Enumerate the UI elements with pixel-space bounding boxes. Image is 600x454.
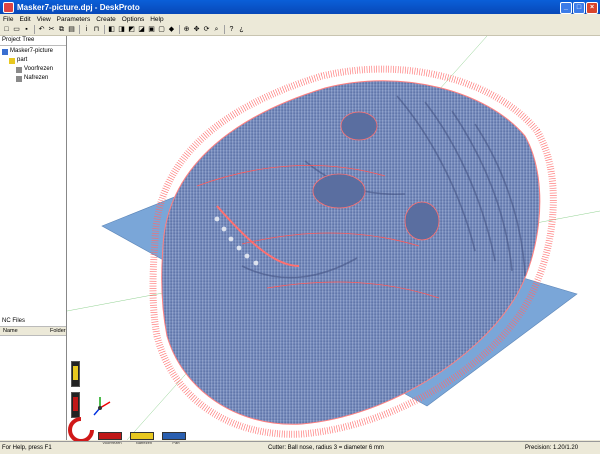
status-help: For Help, press F1 [2,445,52,451]
menu-file[interactable]: File [3,16,13,23]
tree-item-label: Voorfrezen [24,66,54,72]
app-icon [3,1,14,13]
tree-item[interactable]: Nafrezen [2,74,66,83]
tree-item-label: Masker7-picture [10,48,54,54]
close-button[interactable]: × [586,2,598,14]
project-icon [2,48,8,55]
ruler-icon[interactable]: ⊓ [92,25,101,34]
toolbar-separator [79,25,80,34]
title-bar: Masker7-picture.dpj - DeskProto _ □ × [0,0,600,14]
view-front-icon[interactable]: ◧ [107,25,116,34]
vertical-slider-top[interactable] [71,361,80,387]
undo-icon[interactable]: ↶ [37,25,46,34]
menu-bar: File Edit View Parameters Create Options… [0,14,600,24]
view-back-icon[interactable]: ◨ [117,25,126,34]
toolbar-separator [224,25,225,34]
vertical-slider-bottom[interactable] [71,392,80,418]
legend-chip[interactable]: Nafrezen [130,432,154,445]
project-tree: Masker7-picture part Voorfrezen Nafrezen [0,46,66,83]
legend-chip[interactable]: Part [162,432,186,445]
nc-files-header: NC Files [0,317,66,327]
window-title: Masker7-picture.dpj - DeskProto [17,2,140,12]
slider-fill [73,366,78,380]
axis-indicator [93,397,111,416]
save-icon[interactable]: ▪ [22,25,31,34]
toolbar: □ ▭ ▪ ↶ ✂ ⧉ ▤ i ⊓ ◧ ◨ ◩ ◪ ▣ ▢ ◆ ⊕ ✥ ⟳ ⌕? ¿ [0,24,600,36]
status-cutter: Cutter: Ball nose, radius 3 = diameter 6… [268,445,384,451]
menu-edit[interactable]: Edit [19,16,30,23]
paste-icon[interactable]: ▤ [67,25,76,34]
left-pane: Project Tree Masker7-picture part Voorfrez… [0,36,67,440]
pan-icon[interactable]: ✥ [192,25,201,34]
new-icon[interactable]: □ [2,25,11,34]
status-bar: For Help, press F1 Cutter: Ball nose, ra… [0,441,600,454]
tree-item[interactable]: Masker7-picture [2,47,66,56]
bulb-icon [9,57,15,64]
nc-column-name[interactable]: Name [0,327,47,335]
zoom-icon[interactable]: ⌕ [212,25,221,34]
context-help-icon[interactable]: ¿ [237,25,246,34]
legend: Voorfrezen Nafrezen Part [98,432,186,445]
project-tree-header: Project Tree [0,36,66,46]
view-iso-icon[interactable]: ◆ [167,25,176,34]
3d-viewport[interactable] [67,36,600,440]
minimize-button[interactable]: _ [560,2,572,14]
view-left-icon[interactable]: ◩ [127,25,136,34]
menu-view[interactable]: View [37,16,51,23]
tree-item-label: Nafrezen [24,75,49,81]
info-icon[interactable]: i [82,25,91,34]
view-right-icon[interactable]: ◪ [137,25,146,34]
menu-options[interactable]: Options [122,16,144,23]
legend-chip[interactable]: Voorfrezen [98,432,122,445]
zoom-fit-icon[interactable]: ⊕ [182,25,191,34]
maximize-button[interactable]: □ [573,2,585,14]
toolbar-separator [179,25,180,34]
view-top-icon[interactable]: ▣ [147,25,156,34]
help-icon[interactable]: ? [227,25,236,34]
model-view[interactable] [67,36,600,440]
rotate-icon[interactable]: ⟳ [202,25,211,34]
tree-item[interactable]: Voorfrezen [2,65,66,74]
menu-help[interactable]: Help [150,16,163,23]
status-precision: Precision: 1.20/1.20 [525,445,579,451]
view-bottom-icon[interactable]: ▢ [157,25,166,34]
tree-item-label: part [17,57,28,63]
slider-fill [73,397,78,411]
tree-item[interactable]: part [2,56,66,65]
progress-dial [68,417,94,441]
toolbar-separator [34,25,35,34]
cut-icon[interactable]: ✂ [47,25,56,34]
menu-parameters[interactable]: Parameters [57,16,91,23]
nc-column-folder[interactable]: Folder [47,327,66,335]
open-icon[interactable]: ▭ [12,25,21,34]
operation-icon [16,66,22,73]
copy-icon[interactable]: ⧉ [57,25,66,34]
operation-icon [16,75,22,82]
toolbar-separator [104,25,105,34]
menu-create[interactable]: Create [96,16,116,23]
